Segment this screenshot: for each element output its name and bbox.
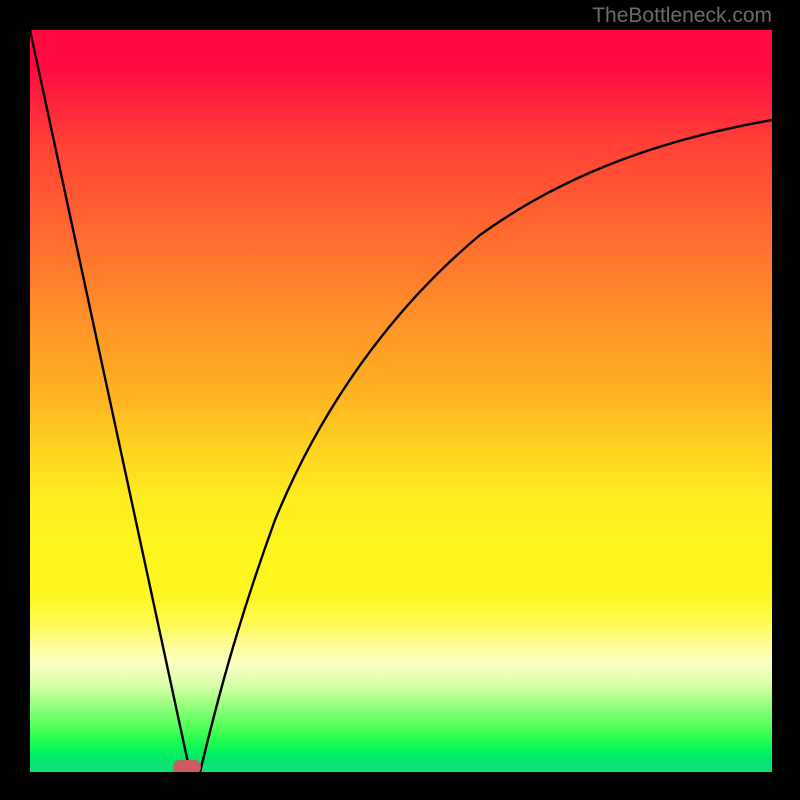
bottleneck-curve-path bbox=[30, 30, 772, 772]
chart-plot-area bbox=[30, 30, 772, 772]
optimum-marker bbox=[173, 760, 201, 772]
chart-curve-svg bbox=[30, 30, 772, 772]
watermark-text: TheBottleneck.com bbox=[592, 4, 772, 28]
